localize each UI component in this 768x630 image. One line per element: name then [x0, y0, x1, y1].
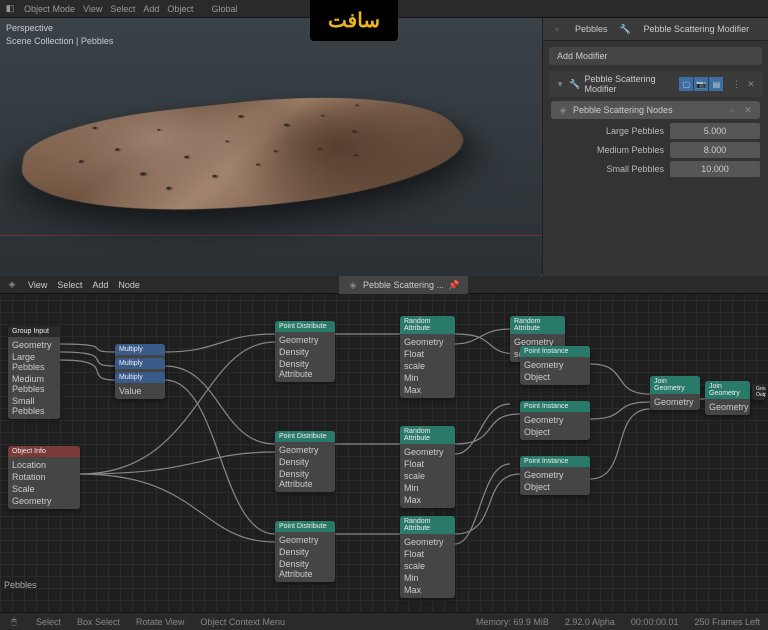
logo-badge: سافت	[310, 0, 398, 41]
edit-icon[interactable]: ▤	[709, 77, 723, 91]
pin-icon[interactable]: 📌	[448, 279, 460, 291]
tab-pebbles[interactable]: Pebbles	[571, 22, 612, 36]
camera-icon[interactable]: 📷	[540, 108, 542, 126]
main-area: Perspective Scene Collection | Pebbles ⊕…	[0, 18, 768, 276]
node-point-distribute-3[interactable]: Point DistributeGeometryDensityDensity A…	[275, 521, 335, 582]
orientation[interactable]: Global	[211, 4, 237, 14]
realtime-icon[interactable]: ▢	[679, 77, 693, 91]
node-point-instance-2[interactable]: Point InstanceGeometryObject	[520, 401, 590, 440]
render-icon[interactable]: 📷	[694, 77, 708, 91]
editor-label: Pebbles	[4, 580, 37, 590]
ne-menu-add[interactable]: Add	[92, 280, 108, 290]
nodes-icon: ◈	[347, 279, 359, 291]
gizmo-icon[interactable]: ⊕	[540, 48, 542, 66]
menu-view[interactable]: View	[83, 4, 102, 14]
wrench-icon: 🔧	[569, 78, 580, 90]
node-join-geometry-1[interactable]: Join GeometryGeometry	[650, 376, 700, 410]
status-select: Select	[36, 617, 61, 627]
medium-pebbles-input[interactable]: 8.000	[670, 142, 760, 158]
wrench-icon: 🔧	[620, 23, 632, 35]
node-point-instance-1[interactable]: Point InstanceGeometryObject	[520, 346, 590, 385]
cube-icon: ▫	[551, 23, 563, 35]
node-random-attr-2[interactable]: Random AttributeGeometryFloatscaleMinMax	[400, 426, 455, 508]
properties-panel: ▫ Pebbles 🔧 Pebble Scattering Modifier A…	[542, 18, 768, 276]
prop-small-pebbles: Small Pebbles 10.000	[551, 161, 760, 177]
ne-menu-select[interactable]: Select	[57, 280, 82, 290]
node-multiply-3[interactable]: MultiplyValue	[115, 372, 165, 399]
node-group-output[interactable]: Group Output	[752, 384, 766, 400]
modifier-header: ▾ 🔧 Pebble Scattering Modifier ▢ 📷 ▤ ⋮ ✕	[549, 71, 762, 97]
browse-icon[interactable]: ▫	[726, 104, 738, 116]
node-random-attr-3[interactable]: Random AttributeGeometryFloatscaleMinMax	[400, 516, 455, 598]
scattered-pebbles	[10, 83, 499, 242]
tab-modifier[interactable]: Pebble Scattering Modifier	[640, 22, 754, 36]
ne-menu-node[interactable]: Node	[118, 280, 140, 290]
menu-add[interactable]: Add	[143, 4, 159, 14]
status-rotate: Rotate View	[136, 617, 184, 627]
editor-icon[interactable]: ◧	[4, 3, 16, 15]
ne-menu-view[interactable]: View	[28, 280, 47, 290]
large-pebbles-input[interactable]: 5.000	[670, 123, 760, 139]
properties-header: ▫ Pebbles 🔧 Pebble Scattering Modifier	[543, 18, 768, 41]
node-group-input[interactable]: Group Input GeometryLarge PebblesMedium …	[8, 326, 60, 419]
chevron-down-icon[interactable]: ▾	[555, 78, 565, 90]
status-time: 00:00:00.01	[631, 617, 679, 627]
node-editor-header: ◈ View Select Add Node ◈ Pebble Scatteri…	[0, 276, 768, 294]
x-axis-line	[0, 235, 542, 236]
node-point-instance-3[interactable]: Point InstanceGeometryObject	[520, 456, 590, 495]
terrain-mesh[interactable]	[10, 83, 499, 242]
mouse-icon: 🖱	[8, 616, 20, 628]
move-icon[interactable]: ✥	[540, 88, 542, 106]
modifier-visibility-buttons: ▢ 📷 ▤	[679, 77, 723, 91]
node-wires	[0, 294, 768, 612]
node-editor[interactable]: ◈ View Select Add Node ◈ Pebble Scatteri…	[0, 276, 768, 612]
unlink-icon[interactable]: ✕	[742, 104, 754, 116]
extras-icon[interactable]: ⋮	[731, 78, 741, 90]
small-pebbles-input[interactable]: 10.000	[670, 161, 760, 177]
viewport-tools: ⊕ 🔍 ✥ 📷 ⊞	[540, 48, 542, 146]
status-version: 2.92.0 Alpha	[565, 617, 615, 627]
mode-dropdown[interactable]: Object Mode	[24, 4, 75, 14]
status-box-select: Box Select	[77, 617, 120, 627]
node-join-geometry-2[interactable]: Join GeometryGeometry	[705, 381, 750, 415]
node-object-info[interactable]: Object InfoLocationRotationScaleGeometry	[8, 446, 80, 509]
menu-select[interactable]: Select	[110, 4, 135, 14]
status-context: Object Context Menu	[200, 617, 285, 627]
prop-medium-pebbles: Medium Pebbles 8.000	[551, 142, 760, 158]
viewport-info: Perspective Scene Collection | Pebbles	[6, 22, 113, 47]
menu-object[interactable]: Object	[167, 4, 193, 14]
close-icon[interactable]: ✕	[746, 78, 756, 90]
node-random-attr-1[interactable]: Random AttributeGeometryFloatscaleMinMax	[400, 316, 455, 398]
modifier-name[interactable]: Pebble Scattering Modifier	[585, 74, 676, 94]
node-point-distribute-2[interactable]: Point DistributeGeometryDensityDensity A…	[275, 431, 335, 492]
zoom-icon[interactable]: 🔍	[540, 68, 542, 86]
prop-large-pebbles: Large Pebbles 5.000	[551, 123, 760, 139]
nodes-icon: ◈	[557, 104, 569, 116]
grid-icon[interactable]: ⊞	[540, 128, 542, 146]
status-memory: Memory: 69.9 MiB	[476, 617, 549, 627]
add-modifier-dropdown[interactable]: Add Modifier	[549, 47, 762, 65]
node-point-distribute-1[interactable]: Point DistributeGeometryDensityDensity A…	[275, 321, 335, 382]
status-bar: 🖱 Select Box Select Rotate View Object C…	[0, 612, 768, 630]
node-group-select[interactable]: ◈ Pebble Scattering Nodes ▫ ✕	[551, 101, 760, 119]
node-breadcrumb[interactable]: ◈ Pebble Scattering ... 📌	[339, 276, 468, 294]
viewport-3d[interactable]: Perspective Scene Collection | Pebbles ⊕…	[0, 18, 542, 276]
status-frames: 250 Frames Left	[694, 617, 760, 627]
editor-type-icon[interactable]: ◈	[6, 279, 18, 291]
